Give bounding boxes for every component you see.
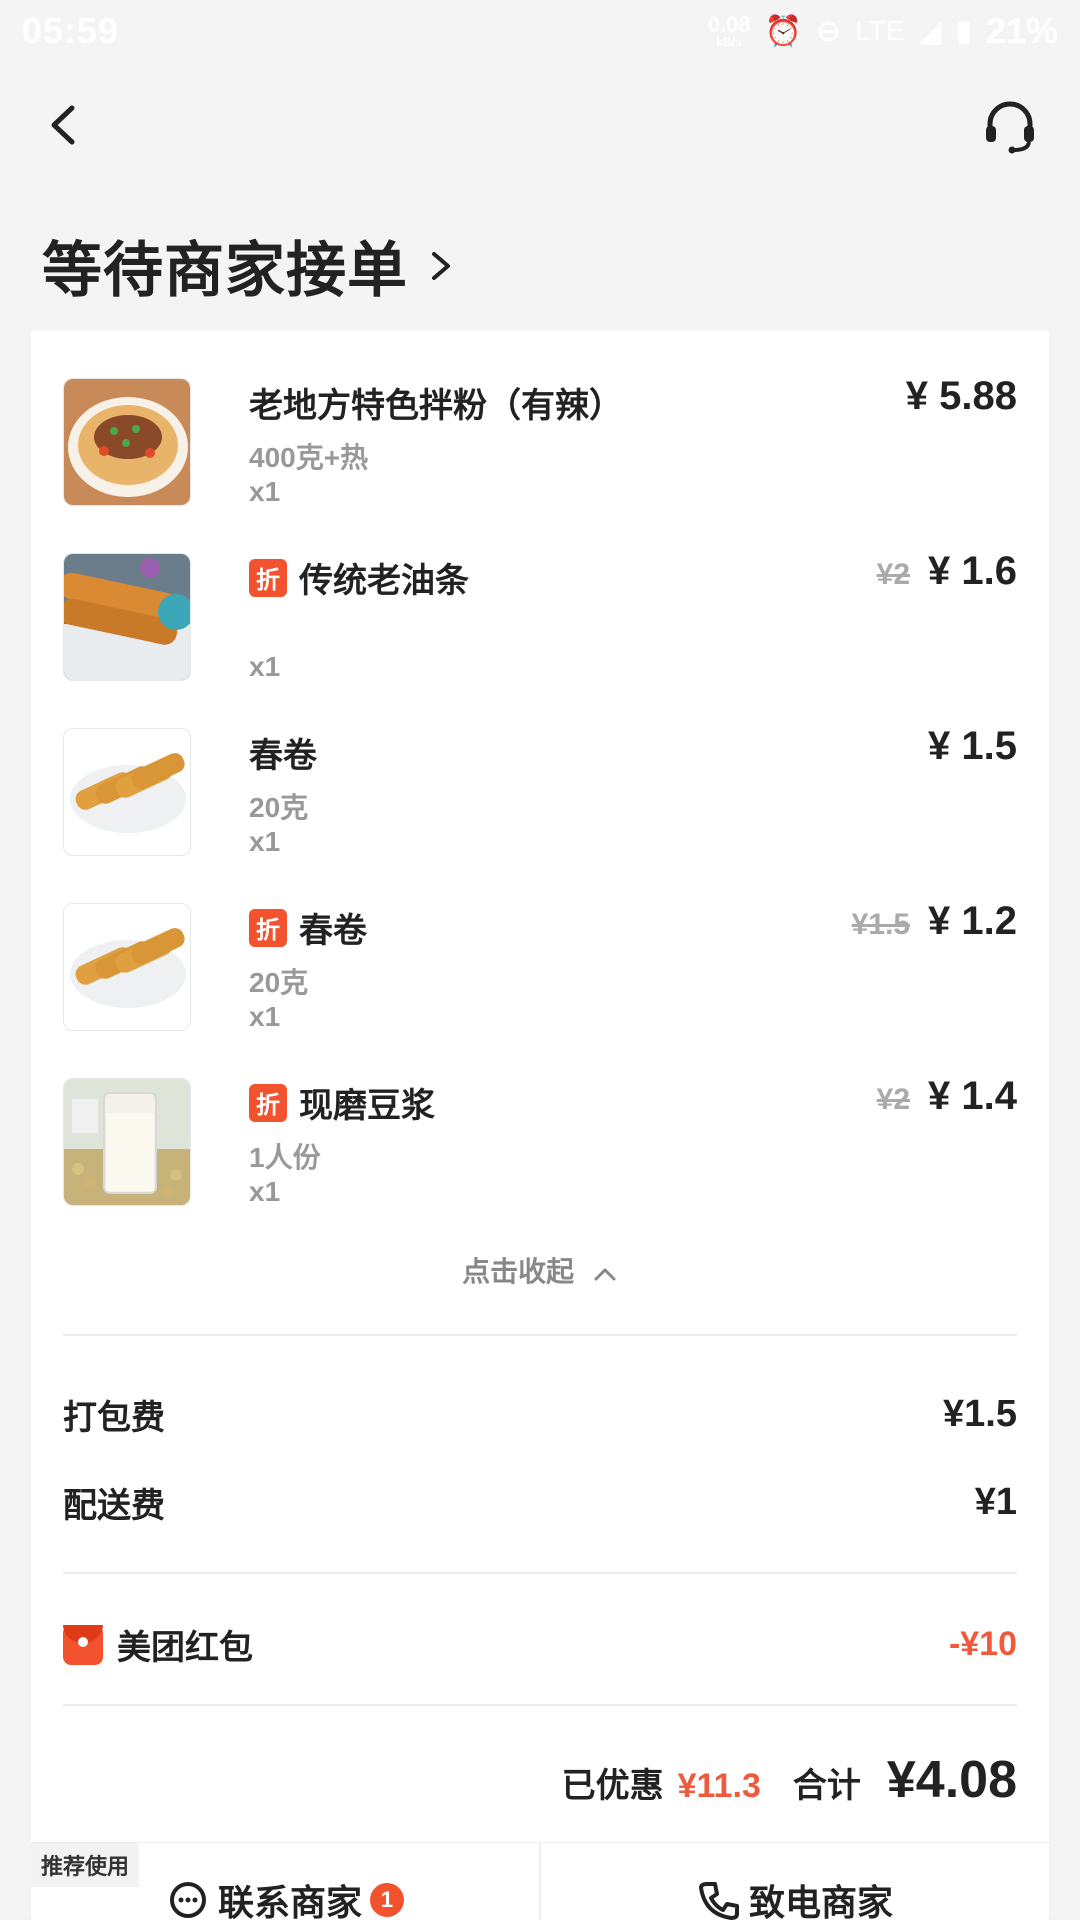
discount-badge: 折 bbox=[249, 908, 287, 947]
item-original-price: ¥1.5 bbox=[851, 908, 911, 941]
discount-total-label: 已优惠 bbox=[561, 1767, 664, 1805]
packing-fee-label: 打包费 bbox=[63, 1399, 165, 1437]
customer-service-button[interactable] bbox=[980, 96, 1040, 156]
spring-roll-image bbox=[63, 903, 191, 1031]
item-price: ¥ 1.6 bbox=[928, 549, 1017, 593]
red-packet-value: -¥10 bbox=[948, 1625, 1017, 1663]
top-nav bbox=[0, 80, 1080, 170]
total-label: 合计 bbox=[792, 1767, 861, 1805]
item-name: 春卷 bbox=[249, 737, 317, 775]
net-speed-unit: kB/s bbox=[716, 35, 742, 49]
item-quantity: x1 bbox=[249, 826, 281, 857]
net-speed-value: 0.08 bbox=[707, 12, 751, 37]
item-quantity: x1 bbox=[249, 476, 281, 507]
chevron-up-icon bbox=[594, 1268, 616, 1281]
call-merchant-button[interactable]: 致电商家 bbox=[539, 1843, 1049, 1920]
packing-fee-value: ¥1.5 bbox=[943, 1393, 1017, 1435]
item-original-price: ¥2 bbox=[876, 1083, 911, 1116]
net-speed: 0.08 kB/s bbox=[707, 12, 751, 49]
discount-badge: 折 bbox=[249, 558, 287, 597]
headset-icon bbox=[986, 101, 1034, 154]
item-spec: 20克 bbox=[249, 792, 309, 823]
collapse-label: 点击收起 bbox=[462, 1256, 575, 1287]
order-item: 折 春卷 20克 x1 ¥1.5 ¥ 1.2 bbox=[63, 899, 1017, 1033]
divider bbox=[63, 1572, 1017, 1574]
red-packet-label: 美团红包 bbox=[117, 1629, 253, 1667]
item-name: 现磨豆浆 bbox=[299, 1087, 435, 1125]
dnd-icon: ⊖ bbox=[815, 14, 842, 48]
unread-count-badge: 1 bbox=[370, 1883, 404, 1917]
packing-fee-row: 打包费 ¥1.5 bbox=[63, 1390, 1017, 1439]
item-price: ¥ 1.2 bbox=[928, 899, 1017, 943]
item-quantity: x1 bbox=[249, 1176, 281, 1207]
order-total-row: 已优惠 ¥11.3 合计 ¥4.08 bbox=[562, 1750, 1017, 1810]
phone-icon bbox=[698, 1882, 739, 1920]
soy-milk-image bbox=[63, 1078, 191, 1206]
order-item: 老地方特色拌粉（有辣） 400克+热 x1 ¥ 5.88 bbox=[63, 374, 1017, 508]
item-name: 老地方特色拌粉（有辣） bbox=[249, 387, 623, 425]
bottom-action-bar: 推荐使用 联系商家 1 致电商家 bbox=[31, 1842, 1049, 1920]
chevron-right-icon bbox=[432, 251, 450, 280]
order-item: 折 传统老油条 x1 ¥2 ¥ 1.6 bbox=[63, 549, 1017, 683]
back-button[interactable] bbox=[40, 100, 90, 150]
item-quantity: x1 bbox=[249, 1001, 281, 1032]
red-packet-row: 美团红包 -¥10 bbox=[63, 1620, 1017, 1669]
item-original-price: ¥2 bbox=[876, 558, 911, 591]
contact-merchant-label: 联系商家 bbox=[217, 1882, 362, 1920]
order-card: 老地方特色拌粉（有辣） 400克+热 x1 ¥ 5.88 折 传统老油条 x1 … bbox=[31, 330, 1049, 1920]
item-name: 传统老油条 bbox=[299, 562, 469, 600]
item-name: 春卷 bbox=[299, 912, 367, 950]
call-merchant-label: 致电商家 bbox=[748, 1882, 893, 1920]
back-arrow-icon bbox=[51, 105, 75, 145]
item-price: ¥ 1.4 bbox=[928, 1074, 1017, 1118]
collapse-items-button[interactable]: 点击收起 bbox=[31, 1250, 1049, 1290]
order-status-heading[interactable]: 等待商家接单 bbox=[42, 222, 456, 309]
item-spec: 400克+热 bbox=[249, 442, 369, 473]
status-bar: 05:59 0.08 kB/s ⏰ ⊖ LTE ◢ ▮ 21% bbox=[0, 0, 1080, 62]
item-spec: 1人份 bbox=[249, 1142, 321, 1173]
order-item: 折 现磨豆浆 1人份 x1 ¥2 ¥ 1.4 bbox=[63, 1074, 1017, 1208]
battery-icon: ▮ bbox=[955, 14, 972, 48]
discount-total-value: ¥11.3 bbox=[677, 1767, 761, 1805]
divider bbox=[63, 1704, 1017, 1706]
divider bbox=[63, 1334, 1017, 1336]
network-type: LTE bbox=[855, 15, 905, 46]
noodles-image bbox=[63, 378, 191, 506]
delivery-fee-value: ¥1 bbox=[974, 1481, 1017, 1523]
order-status-text: 等待商家接单 bbox=[42, 237, 408, 304]
item-price: ¥ 1.5 bbox=[928, 724, 1017, 768]
discount-badge: 折 bbox=[249, 1083, 287, 1122]
item-price: ¥ 5.88 bbox=[905, 374, 1017, 418]
signal-icon: ◢ bbox=[918, 14, 942, 48]
item-quantity: x1 bbox=[249, 651, 281, 682]
order-item: 春卷 20克 x1 ¥ 1.5 bbox=[63, 724, 1017, 858]
fried-dough-image bbox=[63, 553, 191, 681]
status-time: 05:59 bbox=[22, 10, 120, 51]
alarm-icon: ⏰ bbox=[764, 14, 802, 48]
spring-roll-image bbox=[63, 728, 191, 856]
battery-level: 21% bbox=[985, 10, 1058, 51]
delivery-fee-row: 配送费 ¥1 bbox=[63, 1478, 1017, 1527]
status-icons: 0.08 kB/s ⏰ ⊖ LTE ◢ ▮ 21% bbox=[708, 10, 1058, 52]
recommend-tag: 推荐使用 bbox=[31, 1843, 140, 1887]
contact-merchant-button[interactable]: 推荐使用 联系商家 1 bbox=[31, 1843, 539, 1920]
total-value: ¥4.08 bbox=[886, 1751, 1017, 1809]
delivery-fee-label: 配送费 bbox=[63, 1487, 165, 1525]
item-spec: 20克 bbox=[249, 967, 309, 998]
chat-icon bbox=[169, 1882, 206, 1918]
red-packet-icon bbox=[63, 1624, 103, 1665]
